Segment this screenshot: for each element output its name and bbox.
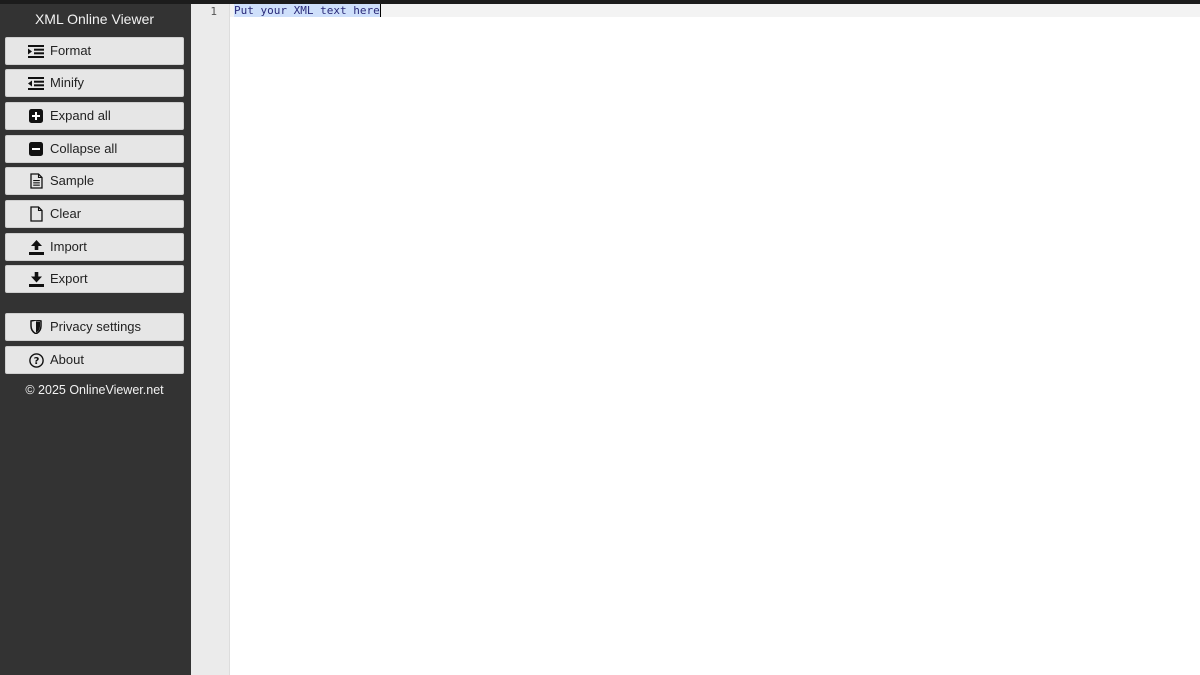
import-button[interactable]: Import [5,233,184,261]
copyright-text: © 2025 OnlineViewer.net [25,383,164,397]
clear-button[interactable]: Clear [5,200,184,228]
line-number: 1 [210,5,217,18]
about-button[interactable]: ? About [5,346,184,374]
question-circle-icon: ? [28,352,44,368]
app-title: XML Online Viewer [34,11,155,27]
collapse-all-button-label: Collapse all [50,141,118,156]
minify-button[interactable]: Minify [5,69,184,97]
format-button-label: Format [50,43,92,58]
upload-icon [28,239,44,255]
privacy-settings-button[interactable]: Privacy settings [5,313,184,341]
sample-button[interactable]: Sample [5,167,184,195]
line-number-gutter: 1 [191,4,230,675]
export-button-label: Export [50,271,88,286]
text-cursor [379,4,381,17]
about-button-label: About [50,352,84,367]
shield-icon [28,319,44,335]
export-button[interactable]: Export [5,265,184,293]
minus-square-icon [28,141,44,157]
format-button[interactable]: Format [5,37,184,65]
plus-square-icon [28,108,44,124]
privacy-settings-button-label: Privacy settings [50,319,142,334]
minify-outdent-icon [28,75,44,91]
sample-button-label: Sample [50,173,95,188]
xml-editor[interactable]: Put your XML text here [230,4,1200,675]
expand-all-button-label: Expand all [50,108,111,123]
import-button-label: Import [50,239,87,254]
svg-text:?: ? [33,356,39,367]
expand-all-button[interactable]: Expand all [5,102,184,130]
collapse-all-button[interactable]: Collapse all [5,135,184,163]
format-indent-icon [28,43,44,59]
clear-button-label: Clear [50,206,82,221]
blank-document-icon [28,206,44,222]
sidebar: XML Online Viewer Format Minify Expand a… [0,4,191,675]
document-lines-icon [28,173,44,189]
selected-text: Put your XML text here [234,4,380,17]
download-icon [28,271,44,287]
minify-button-label: Minify [50,75,84,90]
editor-line[interactable]: Put your XML text here [234,4,381,17]
